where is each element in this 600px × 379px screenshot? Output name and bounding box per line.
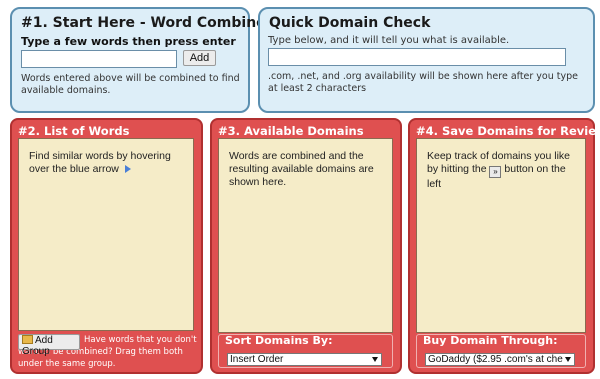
word-list-area[interactable]: Find similar words by hovering over the …: [18, 138, 194, 331]
sort-domains-value: Insert Order: [230, 354, 284, 365]
sort-domains-select[interactable]: Insert Order: [227, 353, 382, 366]
folder-icon: [22, 335, 33, 344]
available-domains-area[interactable]: Words are combined and the resulting ava…: [218, 138, 393, 333]
word-combiner-help: Words entered above will be combined to …: [21, 73, 240, 96]
sort-domains-label: Sort Domains By:: [225, 334, 333, 347]
saved-domains-hint: Keep track of domains you like by hittin…: [427, 150, 577, 191]
add-group-button[interactable]: Add Group: [18, 334, 80, 357]
domain-check-input[interactable]: [268, 48, 566, 66]
available-domains-title: #3. Available Domains: [218, 124, 364, 138]
sort-domains-group: Sort Domains By: Insert Order: [218, 334, 393, 368]
save-domains-title: #4. Save Domains for Review: [416, 124, 600, 138]
save-domains-panel: #4. Save Domains for Review Keep track o…: [408, 118, 600, 374]
add-button[interactable]: Add: [183, 50, 216, 66]
dropdown-caret-icon: [565, 357, 571, 362]
list-of-words-panel: #2. List of Words Find similar words by …: [10, 118, 203, 374]
available-domains-hint: Words are combined and the resulting ava…: [229, 150, 374, 188]
word-combiner-title: #1. Start Here - Word Combiner: [21, 15, 273, 31]
buy-domain-select[interactable]: GoDaddy ($2.95 .com's at che: [425, 353, 575, 366]
word-list-hint-text: Find similar words by hovering over the …: [29, 150, 171, 175]
quick-domain-check-instruction: Type below, and it will tell you what is…: [268, 35, 510, 46]
save-button-sample: »: [489, 166, 502, 178]
quick-domain-check-panel: Quick Domain Check Type below, and it wi…: [258, 7, 595, 113]
blue-arrow-icon: [124, 165, 131, 173]
word-list-hint: Find similar words by hovering over the …: [29, 150, 185, 176]
dropdown-caret-icon: [372, 357, 378, 362]
buy-domain-label: Buy Domain Through:: [423, 334, 558, 347]
word-combiner-panel: #1. Start Here - Word Combiner Type a fe…: [10, 7, 273, 113]
quick-domain-check-help: .com, .net, and .org availability will b…: [268, 71, 579, 94]
quick-domain-check-title: Quick Domain Check: [269, 15, 431, 31]
available-domains-panel: #3. Available Domains Words are combined…: [210, 118, 402, 374]
word-combiner-instruction: Type a few words then press enter: [21, 35, 236, 48]
buy-domain-value: GoDaddy ($2.95 .com's at che: [428, 354, 563, 365]
word-input[interactable]: [21, 50, 177, 68]
list-of-words-title: #2. List of Words: [18, 124, 130, 138]
buy-domain-group: Buy Domain Through: GoDaddy ($2.95 .com'…: [416, 334, 586, 368]
saved-domains-area[interactable]: Keep track of domains you like by hittin…: [416, 138, 586, 333]
